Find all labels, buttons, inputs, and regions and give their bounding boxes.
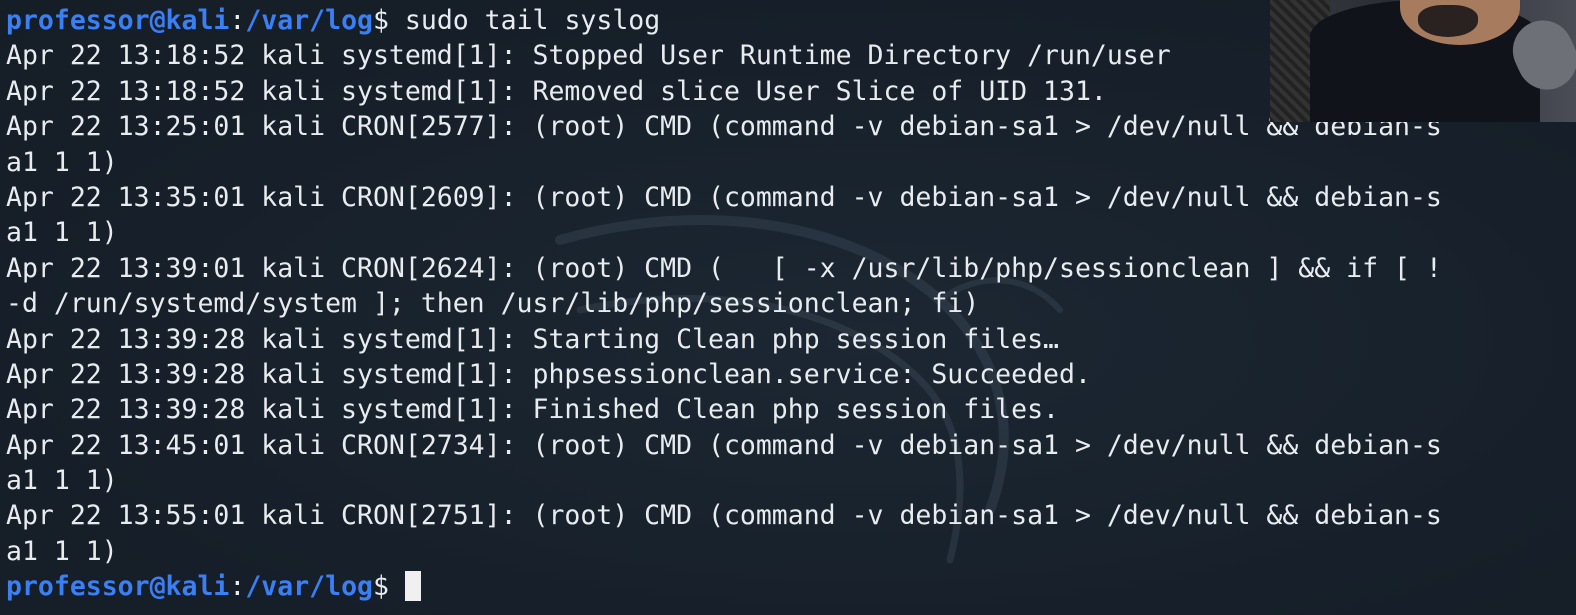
log-line: a1 1 1)	[6, 217, 118, 249]
terminal-window[interactable]: professor@kali:/var/log$ sudo tail syslo…	[0, 0, 1576, 615]
log-line: Apr 22 13:35:01 kali CRON[2609]: (root) …	[6, 181, 1442, 213]
log-line: a1 1 1)	[6, 535, 118, 567]
entered-command: sudo tail syslog	[388, 5, 661, 36]
log-line: Apr 22 13:39:28 kali systemd[1]: phpsess…	[6, 358, 1091, 390]
log-line: Apr 22 13:55:01 kali CRON[2751]: (root) …	[6, 500, 1442, 532]
prompt-line[interactable]: professor@kali:/var/log$	[6, 569, 1576, 604]
webcam-beard	[1418, 5, 1478, 37]
prompt-colon: :	[229, 571, 246, 603]
log-line: a1 1 1)	[6, 465, 118, 497]
log-line: a1 1 1)	[6, 146, 118, 178]
prompt-dollar: $	[372, 571, 389, 603]
webcam-overlay	[1270, 0, 1576, 122]
log-line: Apr 22 13:39:01 kali CRON[2624]: (root) …	[6, 252, 1442, 284]
log-line: Apr 22 13:45:01 kali CRON[2734]: (root) …	[6, 429, 1442, 461]
prompt-user-host: professor@kali	[6, 5, 230, 36]
log-line: Apr 22 13:39:28 kali systemd[1]: Startin…	[6, 323, 1059, 355]
prompt-colon: :	[229, 5, 246, 36]
prompt-dollar: $	[372, 5, 389, 36]
prompt-path: /var/log	[245, 571, 373, 603]
prompt-user-host: professor@kali	[6, 571, 230, 603]
text-cursor[interactable]	[404, 570, 421, 601]
log-line: -d /run/systemd/system ]; then /usr/lib/…	[6, 288, 980, 320]
log-line: Apr 22 13:39:28 kali systemd[1]: Finishe…	[6, 394, 1059, 426]
prompt-path: /var/log	[245, 5, 373, 36]
